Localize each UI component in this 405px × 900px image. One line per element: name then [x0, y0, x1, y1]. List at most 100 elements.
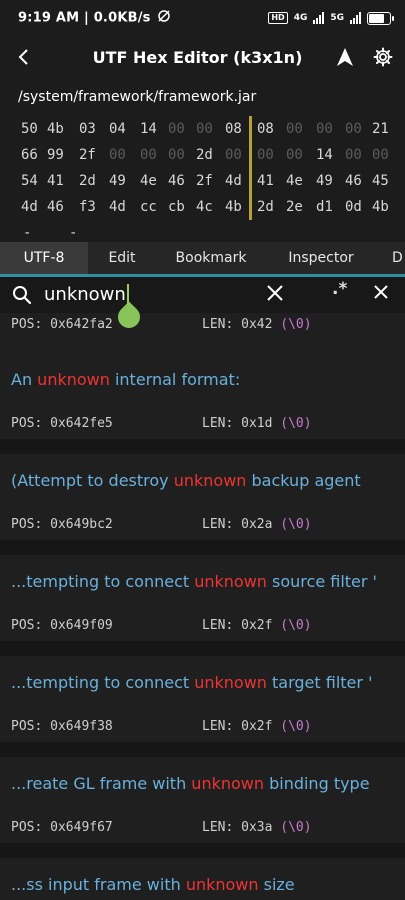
- hex-byte[interactable]: 00: [196, 116, 220, 142]
- hex-byte[interactable]: 00: [168, 142, 192, 168]
- navigate-button[interactable]: [325, 36, 365, 78]
- hex-byte[interactable]: 0d: [345, 194, 369, 220]
- hex-byte[interactable]: 49: [316, 168, 340, 194]
- result-position: POS: 0x649f38: [11, 719, 113, 734]
- regex-toggle-button[interactable]: .*: [332, 279, 347, 299]
- hex-byte[interactable]: 4b: [47, 116, 71, 142]
- hex-byte[interactable]: 00: [168, 116, 192, 142]
- signal-bars-2-icon: [350, 12, 361, 24]
- hex-byte[interactable]: 4c: [196, 194, 220, 220]
- hex-byte[interactable]: 00: [345, 116, 369, 142]
- match-highlight: unknown: [194, 572, 267, 591]
- search-input[interactable]: unknown: [44, 284, 129, 306]
- result-item[interactable]: ...ss input frame with unknown size: [0, 858, 405, 900]
- hex-byte[interactable]: 2e: [286, 194, 310, 220]
- hex-byte[interactable]: 2d: [257, 194, 281, 220]
- hex-byte[interactable]: 04: [109, 116, 133, 142]
- hex-byte[interactable]: 46: [47, 194, 71, 220]
- result-item[interactable]: ...tempting to connect unknown target fi…: [0, 656, 405, 742]
- result-item[interactable]: ...reate GL frame with unknown binding t…: [0, 757, 405, 843]
- hex-byte[interactable]: 41: [257, 168, 281, 194]
- result-length: LEN: 0x2a (\0): [202, 517, 312, 532]
- tab-utf8[interactable]: UTF-8: [0, 242, 88, 274]
- hex-byte[interactable]: 66: [21, 142, 45, 168]
- result-text-before: ...tempting to connect: [11, 673, 195, 692]
- hex-placeholder: -: [69, 225, 78, 241]
- hex-view[interactable]: 50 4b 03 04 14 00 00 08 08 00 00 00 21 66 99 2f 00 00 00 2d…: [0, 116, 405, 244]
- battery-icon: [367, 11, 394, 25]
- hex-byte[interactable]: 4e: [286, 168, 310, 194]
- hex-byte[interactable]: 41: [47, 168, 71, 194]
- hex-byte[interactable]: 4b: [225, 194, 249, 220]
- tab-bookmark[interactable]: Bookmark: [156, 242, 266, 274]
- hex-byte[interactable]: 4b: [372, 194, 396, 220]
- hd-badge: HD: [268, 12, 288, 24]
- result-item[interactable]: ...tempting to connect unknown source fi…: [0, 555, 405, 641]
- hex-byte[interactable]: 54: [21, 168, 45, 194]
- hex-byte[interactable]: 00: [286, 142, 310, 168]
- null-terminator: (\0): [280, 618, 312, 633]
- result-text-after: backup agent: [246, 471, 361, 490]
- search-results[interactable]: POS: 0x642fa2 LEN: 0x42 (\0) An unknown in…: [0, 313, 405, 900]
- result-position: POS: 0x649bc2: [11, 517, 113, 532]
- signal-bars-icon: [313, 12, 325, 24]
- hex-byte[interactable]: 2f: [196, 168, 220, 194]
- match-highlight: unknown: [37, 370, 110, 389]
- status-bar: 9:19 AM | 0.0KB/s HD 4G 5G: [0, 0, 405, 36]
- result-item[interactable]: (Attempt to destroy unknown backup agent…: [0, 454, 405, 540]
- result-text: ...ss input frame with unknown size: [11, 875, 295, 894]
- result-text-before: (Attempt to destroy: [11, 471, 174, 490]
- close-icon: [374, 285, 388, 299]
- hex-byte[interactable]: 14: [316, 142, 340, 168]
- hex-byte[interactable]: 46: [168, 168, 192, 194]
- hex-byte[interactable]: 2d: [79, 168, 103, 194]
- tab-inspector[interactable]: Inspector: [266, 242, 376, 274]
- hex-byte[interactable]: f3: [79, 194, 103, 220]
- close-search-button[interactable]: [373, 284, 389, 304]
- status-right: HD 4G 5G: [268, 11, 394, 25]
- hex-byte[interactable]: 03: [79, 116, 103, 142]
- hex-byte[interactable]: cc: [140, 194, 164, 220]
- hex-byte[interactable]: 00: [345, 142, 369, 168]
- hex-byte[interactable]: 45: [372, 168, 396, 194]
- match-highlight: unknown: [185, 875, 259, 894]
- tab-edit[interactable]: Edit: [88, 242, 156, 274]
- match-highlight: unknown: [173, 471, 247, 490]
- signal-2-label: 5G: [330, 13, 344, 23]
- hex-byte[interactable]: 4d: [21, 194, 45, 220]
- hex-byte[interactable]: 49: [109, 168, 133, 194]
- hex-byte[interactable]: 50: [21, 116, 45, 142]
- hex-byte[interactable]: 00: [140, 142, 164, 168]
- tab-overflow[interactable]: D: [376, 242, 405, 274]
- hex-byte[interactable]: 99: [47, 142, 71, 168]
- hex-byte[interactable]: d1: [316, 194, 340, 220]
- result-length: LEN: 0x3a (\0): [202, 820, 312, 835]
- hex-byte[interactable]: 00: [109, 142, 133, 168]
- result-length-value: LEN: 0x1d: [202, 416, 273, 431]
- hex-byte[interactable]: 08: [257, 116, 281, 142]
- hex-byte[interactable]: 00: [372, 142, 396, 168]
- hex-byte[interactable]: 46: [345, 168, 369, 194]
- hex-byte[interactable]: 00: [225, 142, 249, 168]
- match-highlight: unknown: [194, 673, 267, 692]
- hex-byte[interactable]: 4e: [140, 168, 164, 194]
- clear-search-button[interactable]: [265, 283, 285, 307]
- hex-byte[interactable]: 2d: [196, 142, 220, 168]
- hex-byte[interactable]: 00: [286, 116, 310, 142]
- hex-byte[interactable]: 08: [225, 116, 249, 142]
- result-text-before: An: [11, 370, 38, 389]
- hex-byte[interactable]: 00: [316, 116, 340, 142]
- result-text-after: binding type: [264, 774, 370, 793]
- clock: 9:19 AM: [18, 10, 80, 26]
- status-left: 9:19 AM | 0.0KB/s: [18, 9, 171, 27]
- hex-byte[interactable]: 00: [257, 142, 281, 168]
- hex-byte[interactable]: cb: [168, 194, 192, 220]
- hex-byte[interactable]: 21: [372, 116, 396, 142]
- back-button[interactable]: [0, 36, 48, 78]
- hex-byte[interactable]: 4d: [109, 194, 133, 220]
- hex-byte[interactable]: 4d: [225, 168, 249, 194]
- hex-byte[interactable]: 2f: [79, 142, 103, 168]
- settings-button[interactable]: [365, 36, 401, 78]
- hex-byte[interactable]: 14: [140, 116, 164, 142]
- result-item[interactable]: An unknown internal format: POS: 0x642fe5…: [0, 353, 405, 439]
